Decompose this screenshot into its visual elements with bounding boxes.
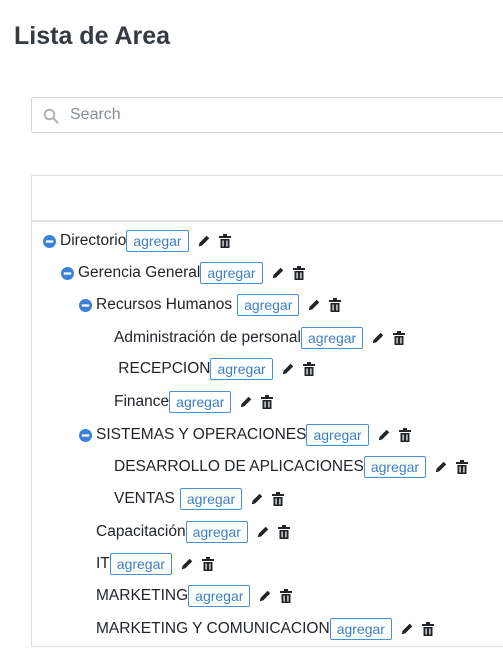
edit-pencil-icon[interactable] <box>377 428 391 442</box>
agregar-button[interactable]: agregar <box>179 488 243 510</box>
tree-node-sistemas-y-operaciones: SISTEMAS Y OPERACIONES agregar <box>79 423 411 447</box>
agregar-button[interactable]: agregar <box>329 618 392 640</box>
tree-node-recursos-humanos: Recursos Humanos agregar <box>79 293 342 317</box>
agregar-button[interactable]: agregar <box>188 585 251 607</box>
agregar-button[interactable]: agregar <box>185 521 248 543</box>
trash-icon[interactable] <box>202 557 215 571</box>
edit-pencil-icon[interactable] <box>258 589 272 603</box>
tree-node-marketing-y-comunicacion: MARKETING Y COMUNICACION agregar <box>96 617 434 641</box>
panel-header <box>32 176 503 222</box>
trash-icon[interactable] <box>261 395 274 409</box>
edit-pencil-icon[interactable] <box>371 331 385 345</box>
trash-icon[interactable] <box>280 589 293 603</box>
trash-icon[interactable] <box>277 525 290 539</box>
node-label[interactable]: MARKETING <box>96 587 188 605</box>
agregar-button[interactable]: agregar <box>126 230 189 252</box>
trash-icon[interactable] <box>393 331 406 345</box>
search-icon <box>43 108 59 124</box>
node-label[interactable]: MARKETING Y COMUNICACION <box>96 620 330 638</box>
trash-icon[interactable] <box>292 266 305 280</box>
tree-node-directorio: Directorio agregar <box>43 229 231 253</box>
edit-pencil-icon[interactable] <box>281 362 295 376</box>
trash-icon[interactable] <box>329 298 342 312</box>
agregar-button[interactable]: agregar <box>210 358 273 380</box>
node-label[interactable]: DESARROLLO DE APLICACIONES <box>114 458 364 476</box>
agregar-button[interactable]: agregar <box>237 294 300 316</box>
collapse-icon[interactable] <box>79 428 92 442</box>
node-label[interactable]: Administración de personal <box>114 329 301 347</box>
agregar-button[interactable]: agregar <box>200 262 263 284</box>
node-label[interactable]: SISTEMAS Y OPERACIONES <box>96 426 306 444</box>
tree-node-marketing: MARKETING agregar <box>96 584 293 608</box>
trash-icon[interactable] <box>398 428 411 442</box>
node-label[interactable]: Recursos Humanos <box>96 296 232 314</box>
trash-icon[interactable] <box>421 622 434 636</box>
edit-pencil-icon[interactable] <box>307 298 321 312</box>
agregar-button[interactable]: agregar <box>169 391 232 413</box>
tree-node-it: IT agregar <box>96 552 215 576</box>
edit-pencil-icon[interactable] <box>400 622 414 636</box>
tree-node-desarrollo-de-aplicaciones: DESARROLLO DE APLICACIONES agregar <box>114 455 469 479</box>
trash-icon[interactable] <box>218 234 231 248</box>
search-box[interactable] <box>31 97 503 133</box>
collapse-icon[interactable] <box>43 234 56 248</box>
tree-node-administracion-de-personal: Administración de personal agregar <box>114 326 406 350</box>
edit-pencil-icon[interactable] <box>271 266 285 280</box>
trash-icon[interactable] <box>302 362 315 376</box>
tree-node-gerencia-general: Gerencia General agregar <box>61 261 305 285</box>
agregar-button[interactable]: agregar <box>300 327 364 349</box>
trash-icon[interactable] <box>272 492 285 506</box>
edit-pencil-icon[interactable] <box>434 460 448 474</box>
area-tree-panel: Directorio agregar Gerencia General agre… <box>31 175 503 647</box>
collapse-icon[interactable] <box>61 266 74 280</box>
tree-node-capacitacion: Capacitación agregar <box>96 520 290 544</box>
tree-node-recepcion: RECEPCION agregar <box>114 357 315 381</box>
agregar-button[interactable]: agregar <box>306 424 369 446</box>
node-label[interactable]: Finance <box>114 393 169 411</box>
tree-node-ventas: VENTAS agregar <box>114 487 285 511</box>
page-title: Lista de Area <box>14 22 171 50</box>
agregar-button[interactable]: agregar <box>363 456 427 478</box>
edit-pencil-icon[interactable] <box>250 492 264 506</box>
tree-node-finance: Finance agregar <box>114 390 274 414</box>
collapse-icon[interactable] <box>79 298 92 312</box>
node-label[interactable]: Directorio <box>60 232 126 250</box>
edit-pencil-icon[interactable] <box>256 525 270 539</box>
node-label[interactable]: VENTAS <box>114 490 175 508</box>
trash-icon[interactable] <box>456 460 469 474</box>
node-label[interactable]: Gerencia General <box>78 264 200 282</box>
edit-pencil-icon[interactable] <box>239 395 253 409</box>
edit-pencil-icon[interactable] <box>197 234 211 248</box>
search-input[interactable] <box>70 98 500 132</box>
edit-pencil-icon[interactable] <box>180 557 194 571</box>
node-label[interactable]: RECEPCION <box>114 360 210 378</box>
node-label[interactable]: IT <box>96 555 110 573</box>
node-label[interactable]: Capacitación <box>96 523 186 541</box>
agregar-button[interactable]: agregar <box>109 553 173 575</box>
